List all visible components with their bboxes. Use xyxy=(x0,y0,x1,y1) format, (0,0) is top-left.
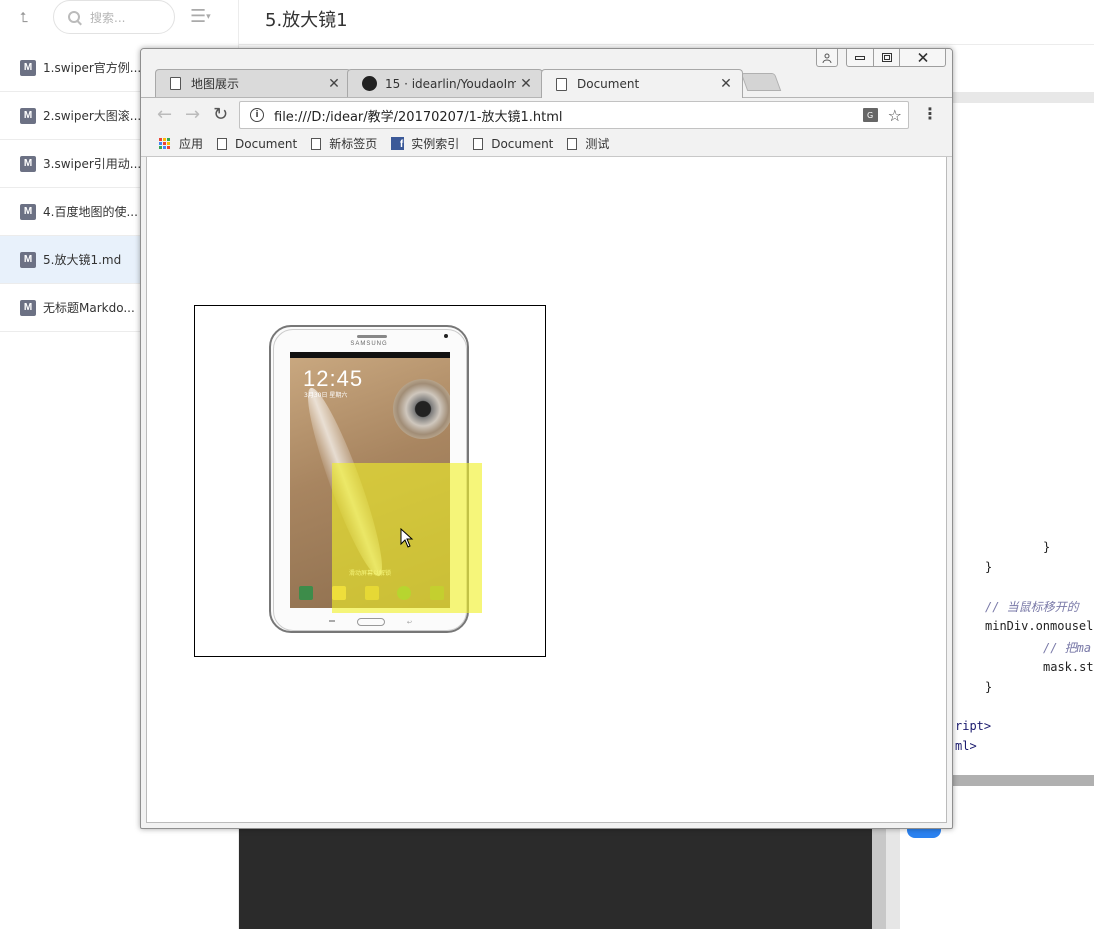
bookmark-label: 新标签页 xyxy=(329,137,378,151)
address-bar[interactable]: i file:///D:/idear/教学/20170207/1-放大镜1.ht… xyxy=(239,101,909,129)
note-item-label: 无标题Markdo... xyxy=(43,301,135,315)
document-title: 5.放大镜1 xyxy=(265,10,348,31)
bookmark-item[interactable]: 新标签页 xyxy=(311,135,377,152)
bookmark-item[interactable]: Document xyxy=(217,137,297,151)
page-icon xyxy=(567,137,578,150)
bookmark-label: 应用 xyxy=(179,137,204,151)
tablet-date: 3月30日 星期六 xyxy=(304,392,348,399)
translate-icon[interactable]: G xyxy=(862,108,878,122)
page-viewport: SAMSUNG 12:45 3月30日 星期六 滑动屏幕以解锁 xyxy=(146,157,947,823)
browser-toolbar: ← → ↻ i file:///D:/idear/教学/20170207/1-放… xyxy=(141,97,952,131)
code-comment-line: // 当鼠标移开的 xyxy=(985,600,1079,614)
tab-label: 15 · idearlin/YoudaoIm xyxy=(385,76,516,91)
maximize-icon[interactable] xyxy=(874,49,900,67)
editor-horizontal-scrollbar[interactable] xyxy=(952,775,1094,786)
camera-lens-graphic xyxy=(393,379,450,439)
editor-top-bar xyxy=(952,92,1094,103)
sidebar-header: ⮤ 搜索... ☰▾ xyxy=(0,0,238,44)
browser-window: 地图展示 ✕ 15 · idearlin/YoudaoIm ✕ Document… xyxy=(140,48,953,829)
url-text[interactable]: file:///D:/idear/教学/20170207/1-放大镜1.html xyxy=(274,106,863,125)
note-item-label: 3.swiper引用动... xyxy=(43,157,142,171)
tab-map-display[interactable]: 地图展示 ✕ xyxy=(155,69,351,97)
bookmark-item[interactable]: Document xyxy=(473,137,553,151)
github-icon xyxy=(362,76,377,91)
bookmark-item[interactable]: 测试 xyxy=(567,135,609,152)
search-input[interactable]: 搜索... xyxy=(53,0,175,34)
bookmark-item[interactable]: f 实例索引 xyxy=(391,135,459,152)
code-line: minDiv.onmousel xyxy=(985,619,1094,633)
search-placeholder: 搜索... xyxy=(90,10,126,25)
header-divider xyxy=(239,44,1094,45)
bookmark-star-icon[interactable]: ☆ xyxy=(888,106,902,125)
code-comment-line: // 把ma xyxy=(1043,641,1092,655)
code-line: } xyxy=(985,680,993,694)
back-key-icon: ↩ xyxy=(407,619,413,626)
page-icon xyxy=(170,77,181,90)
code-tag-line: ript> xyxy=(955,719,992,733)
close-tab-icon[interactable]: ✕ xyxy=(324,76,344,92)
tab-label: Document xyxy=(577,77,640,91)
apps-icon xyxy=(159,137,171,150)
preview-dark-panel xyxy=(239,826,872,929)
tablet-camera xyxy=(444,334,448,338)
tab-label: 地图展示 xyxy=(191,77,240,91)
mouse-cursor-icon xyxy=(400,528,414,548)
bookmarks-bar: 应用 Document 新标签页 f 实例索引 Document 测试 xyxy=(141,131,952,157)
code-line: } xyxy=(985,560,993,574)
phone-app-icon xyxy=(299,586,313,600)
tab-github[interactable]: 15 · idearlin/YoudaoIm ✕ xyxy=(347,69,543,97)
markdown-file-icon: M xyxy=(20,251,36,268)
back-up-icon[interactable]: ⮤ xyxy=(20,10,38,28)
page-icon xyxy=(217,137,228,150)
bookmark-label: Document xyxy=(491,136,554,151)
panel-scrollbar-track xyxy=(886,826,900,929)
reload-icon[interactable]: ↻ xyxy=(213,106,228,124)
page-icon xyxy=(556,77,567,91)
window-controls xyxy=(816,49,946,67)
markdown-file-icon: M xyxy=(20,107,36,124)
minimize-icon[interactable] xyxy=(846,49,874,67)
close-tab-icon[interactable]: ✕ xyxy=(716,76,736,92)
page-icon xyxy=(311,137,322,150)
code-line: } xyxy=(1043,540,1051,554)
tablet-speaker xyxy=(357,335,387,338)
note-item-label: 1.swiper官方例... xyxy=(43,61,142,75)
note-item-label: 2.swiper大图滚... xyxy=(43,109,142,123)
back-arrow-icon[interactable]: ← xyxy=(157,106,172,124)
close-window-icon[interactable] xyxy=(900,49,946,67)
tab-document-active[interactable]: Document ✕ xyxy=(541,69,743,98)
close-tab-icon[interactable]: ✕ xyxy=(516,76,536,92)
menu-key-icon xyxy=(329,620,335,622)
browser-menu-icon[interactable]: ⋮ xyxy=(922,106,938,122)
bookmark-label: Document xyxy=(235,136,298,151)
markdown-file-icon: M xyxy=(20,155,36,172)
home-button xyxy=(357,618,385,626)
tablet-brand: SAMSUNG xyxy=(350,341,388,347)
facebook-icon: f xyxy=(391,137,405,150)
info-icon[interactable]: i xyxy=(250,108,264,122)
markdown-file-icon: M xyxy=(20,59,36,76)
page-icon xyxy=(473,137,484,150)
note-item-label: 5.放大镜1.md xyxy=(43,253,122,267)
profile-icon[interactable] xyxy=(816,49,838,67)
magnifier-small-box[interactable]: SAMSUNG 12:45 3月30日 星期六 滑动屏幕以解锁 xyxy=(194,305,546,657)
note-item-label: 4.百度地图的使... xyxy=(43,205,138,219)
code-tag-line: ml> xyxy=(955,739,977,753)
forward-arrow-icon[interactable]: → xyxy=(185,106,200,124)
new-tab-button[interactable] xyxy=(740,73,782,91)
bookmark-label: 实例索引 xyxy=(411,137,460,151)
panel-scrollbar[interactable] xyxy=(872,826,886,929)
tablet-status-bar xyxy=(290,352,450,358)
search-icon xyxy=(68,11,80,23)
markdown-file-icon: M xyxy=(20,299,36,316)
tablet-clock: 12:45 xyxy=(303,366,364,391)
screen-root: ⮤ 搜索... ☰▾ M 1.swiper官方例... M 2.swiper大图… xyxy=(0,0,1094,929)
bookmark-label: 测试 xyxy=(585,137,610,151)
browser-titlebar: 地图展示 ✕ 15 · idearlin/YoudaoIm ✕ Document… xyxy=(141,49,952,98)
list-view-menu-icon[interactable]: ☰▾ xyxy=(190,6,211,27)
bookmark-apps[interactable]: 应用 xyxy=(159,135,203,152)
code-line: mask.st xyxy=(1043,660,1094,674)
markdown-file-icon: M xyxy=(20,203,36,220)
